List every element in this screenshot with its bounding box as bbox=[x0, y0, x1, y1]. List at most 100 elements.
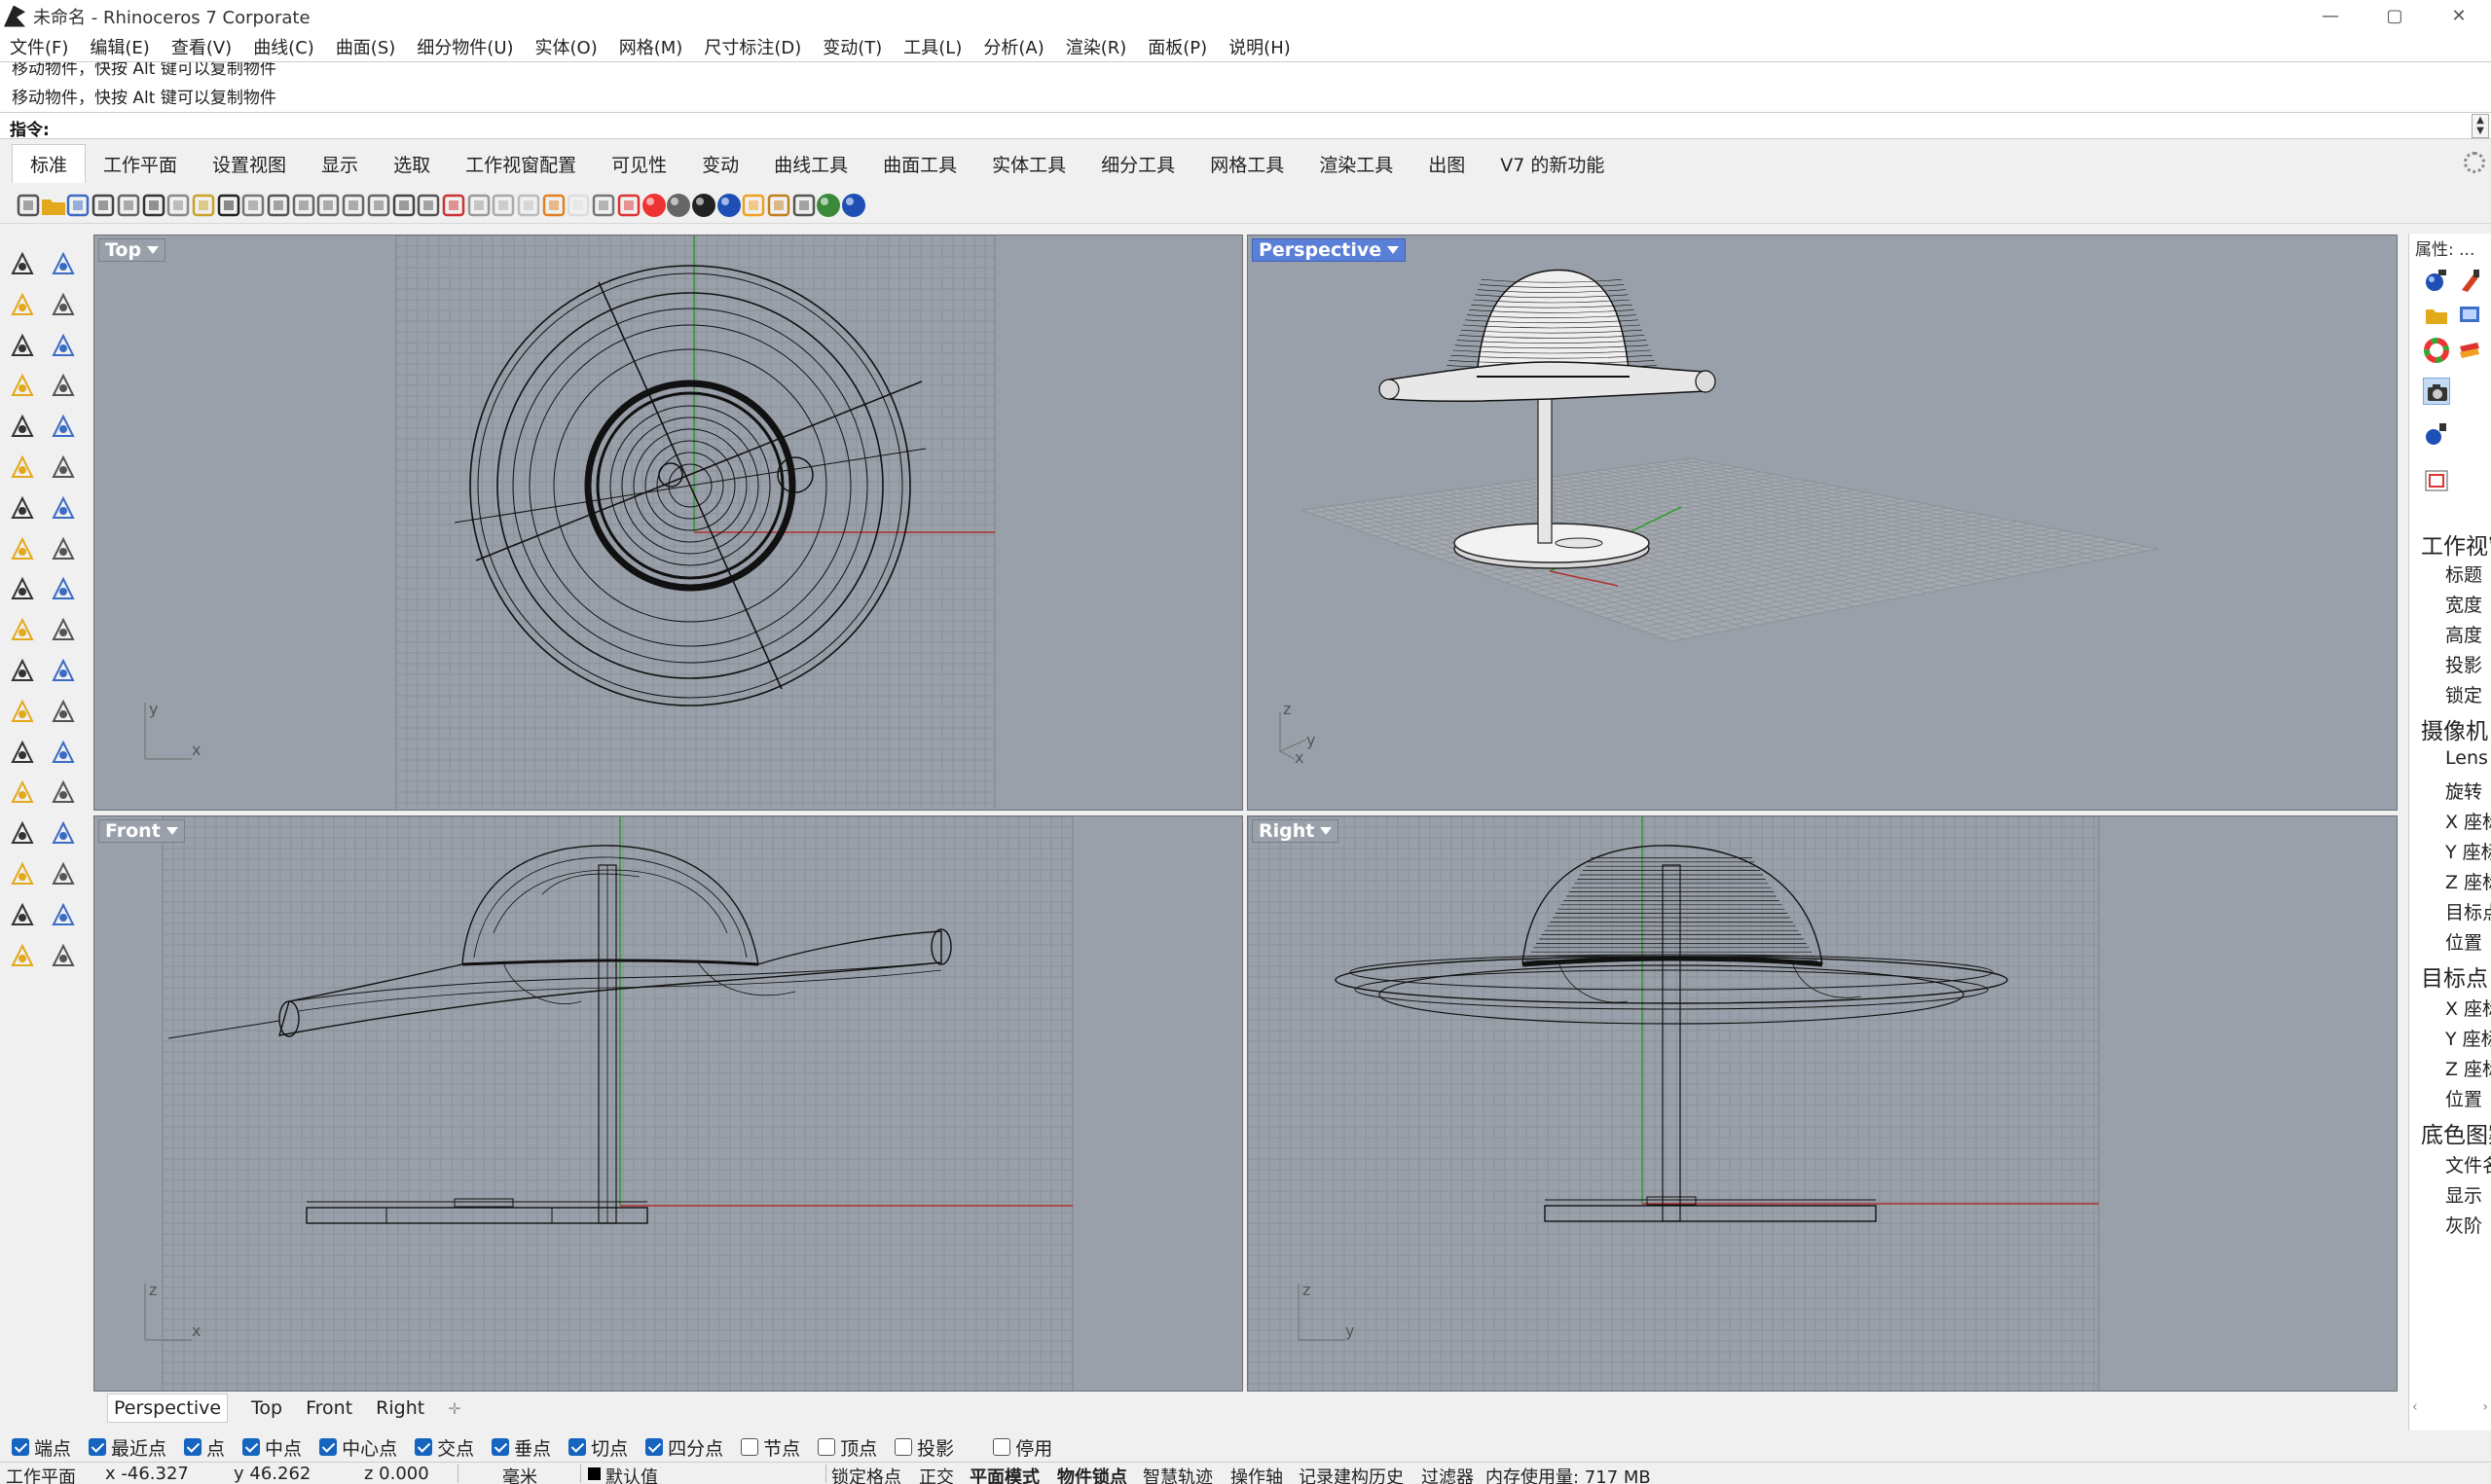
block-icon[interactable] bbox=[8, 778, 37, 807]
tool-tab[interactable]: 设置视图 bbox=[195, 145, 304, 183]
osnap-checkbox[interactable] bbox=[818, 1438, 836, 1456]
command-input[interactable] bbox=[58, 115, 2463, 137]
solid-tools-icon[interactable] bbox=[8, 941, 37, 970]
status-osnap[interactable]: 物件锁点 bbox=[1057, 1464, 1127, 1484]
osnap-checkbox[interactable] bbox=[993, 1438, 1011, 1456]
split-icon[interactable] bbox=[49, 615, 78, 644]
status-history[interactable]: 记录建构历史 bbox=[1299, 1464, 1404, 1484]
tool-tab[interactable]: 选取 bbox=[376, 145, 448, 183]
viewport-label-right[interactable]: Right bbox=[1252, 819, 1339, 843]
add-viewport-tab-icon[interactable]: ✛ bbox=[448, 1399, 460, 1418]
viewport-tab[interactable]: Top bbox=[251, 1397, 282, 1419]
status-layer[interactable]: 默认值 bbox=[605, 1464, 658, 1484]
layer-icon[interactable] bbox=[2456, 337, 2483, 364]
mesh-icon[interactable] bbox=[8, 818, 37, 848]
gear-icon[interactable] bbox=[2464, 152, 2485, 173]
status-gumball[interactable]: 操作轴 bbox=[1230, 1464, 1283, 1484]
menu-item[interactable]: 细分物件(U) bbox=[417, 34, 513, 59]
minimize-button[interactable]: — bbox=[2298, 0, 2363, 32]
menu-item[interactable]: 分析(A) bbox=[983, 34, 1044, 59]
osnap-checkbox[interactable] bbox=[492, 1438, 510, 1456]
extrude-icon[interactable] bbox=[8, 534, 37, 563]
fillet-icon[interactable] bbox=[49, 574, 78, 603]
render-icon[interactable] bbox=[49, 941, 78, 970]
scroll-right-icon[interactable]: › bbox=[2482, 1399, 2488, 1415]
ellipse-icon[interactable] bbox=[49, 331, 78, 360]
camera-icon[interactable] bbox=[2423, 378, 2450, 405]
polygon-icon[interactable] bbox=[8, 371, 37, 400]
menu-item[interactable]: 实体(O) bbox=[535, 34, 598, 59]
osnap-checkbox[interactable] bbox=[184, 1438, 202, 1456]
surface-icon[interactable] bbox=[8, 452, 37, 482]
osnap-toggle[interactable]: 最近点 bbox=[89, 1434, 166, 1461]
osnap-checkbox[interactable] bbox=[12, 1438, 29, 1456]
tool-tab[interactable]: V7 的新功能 bbox=[1483, 145, 1622, 183]
polyline-icon[interactable] bbox=[8, 290, 37, 319]
material-icon[interactable] bbox=[2456, 267, 2483, 294]
color-wheel-icon[interactable] bbox=[2423, 337, 2450, 364]
record-history-icon[interactable] bbox=[8, 900, 37, 929]
menu-item[interactable]: 曲线(C) bbox=[253, 34, 314, 59]
tool-tab[interactable]: 曲面工具 bbox=[865, 145, 974, 183]
viewport-tab[interactable]: Perspective bbox=[107, 1394, 229, 1423]
surface-tools-icon[interactable] bbox=[49, 452, 78, 482]
chevron-down-icon[interactable] bbox=[1320, 827, 1333, 835]
tool-tab[interactable]: 实体工具 bbox=[974, 145, 1083, 183]
osnap-checkbox[interactable] bbox=[741, 1438, 759, 1456]
tool-tab[interactable]: 显示 bbox=[304, 145, 376, 183]
object-properties-icon[interactable] bbox=[2423, 267, 2450, 294]
select-icon[interactable] bbox=[8, 249, 37, 278]
maximize-button[interactable]: ▢ bbox=[2363, 0, 2427, 32]
offset-icon[interactable] bbox=[49, 697, 78, 726]
status-planar[interactable]: 平面模式 bbox=[970, 1464, 1040, 1484]
chevron-down-icon[interactable] bbox=[165, 827, 178, 835]
chevron-down-icon[interactable] bbox=[1387, 246, 1400, 254]
status-grid-snap[interactable]: 锁定格点 bbox=[831, 1464, 901, 1484]
viewport-label-front[interactable]: Front bbox=[98, 819, 185, 843]
osnap-toggle[interactable]: 点 bbox=[184, 1434, 225, 1461]
transform-icon[interactable] bbox=[49, 778, 78, 807]
panel-scroll-arrows[interactable]: ‹ › bbox=[2412, 1395, 2488, 1419]
osnap-checkbox[interactable] bbox=[415, 1438, 433, 1456]
tool-tab[interactable]: 变动 bbox=[684, 145, 756, 183]
circle-icon[interactable] bbox=[8, 331, 37, 360]
osnap-toggle[interactable]: 节点 bbox=[741, 1434, 800, 1461]
command-scroll-arrows[interactable]: ▲ ▼ bbox=[2472, 114, 2489, 138]
status-ortho[interactable]: 正交 bbox=[919, 1464, 954, 1484]
close-button[interactable]: ✕ bbox=[2427, 0, 2491, 32]
menu-item[interactable]: 工具(L) bbox=[903, 34, 962, 59]
folder-icon[interactable] bbox=[2423, 302, 2450, 329]
status-units[interactable]: 毫米 bbox=[502, 1464, 537, 1484]
point-icon[interactable] bbox=[49, 249, 78, 278]
check-icon[interactable] bbox=[49, 900, 78, 929]
analysis-icon[interactable] bbox=[49, 818, 78, 848]
menu-item[interactable]: 说明(H) bbox=[1228, 34, 1291, 59]
viewport-label-top[interactable]: Top bbox=[98, 238, 166, 262]
rectangle-icon[interactable] bbox=[49, 371, 78, 400]
osnap-toggle[interactable]: 中心点 bbox=[319, 1434, 397, 1461]
plane-icon[interactable] bbox=[49, 534, 78, 563]
osnap-toggle[interactable]: 停用 bbox=[993, 1434, 1052, 1461]
status-cplane[interactable]: 工作平面 bbox=[6, 1464, 76, 1484]
menu-item[interactable]: 曲面(S) bbox=[336, 34, 395, 59]
menu-item[interactable]: 文件(F) bbox=[10, 34, 68, 59]
curve-fillet-icon[interactable] bbox=[8, 697, 37, 726]
boolean-icon[interactable] bbox=[49, 493, 78, 523]
light-icon[interactable] bbox=[2423, 420, 2450, 448]
tool-tab[interactable]: 可见性 bbox=[594, 145, 684, 183]
scroll-left-icon[interactable]: ‹ bbox=[2412, 1399, 2418, 1415]
osnap-toggle[interactable]: 四分点 bbox=[645, 1434, 723, 1461]
tool-tab[interactable]: 曲线工具 bbox=[756, 145, 865, 183]
menu-item[interactable]: 渲染(R) bbox=[1066, 34, 1127, 59]
points-icon[interactable] bbox=[49, 656, 78, 685]
osnap-checkbox[interactable] bbox=[568, 1438, 587, 1456]
viewport-perspective[interactable]: z x y Perspective bbox=[1247, 235, 2398, 811]
osnap-toggle[interactable]: 顶点 bbox=[818, 1434, 877, 1461]
menu-item[interactable]: 尺寸标注(D) bbox=[704, 34, 801, 59]
viewport-front[interactable]: z x Front bbox=[93, 815, 1243, 1392]
trim-icon[interactable] bbox=[8, 615, 37, 644]
osnap-toggle[interactable]: 交点 bbox=[415, 1434, 474, 1461]
osnap-checkbox[interactable] bbox=[242, 1438, 261, 1456]
menu-item[interactable]: 变动(T) bbox=[823, 34, 882, 59]
viewport-tab[interactable]: Front bbox=[306, 1397, 352, 1419]
